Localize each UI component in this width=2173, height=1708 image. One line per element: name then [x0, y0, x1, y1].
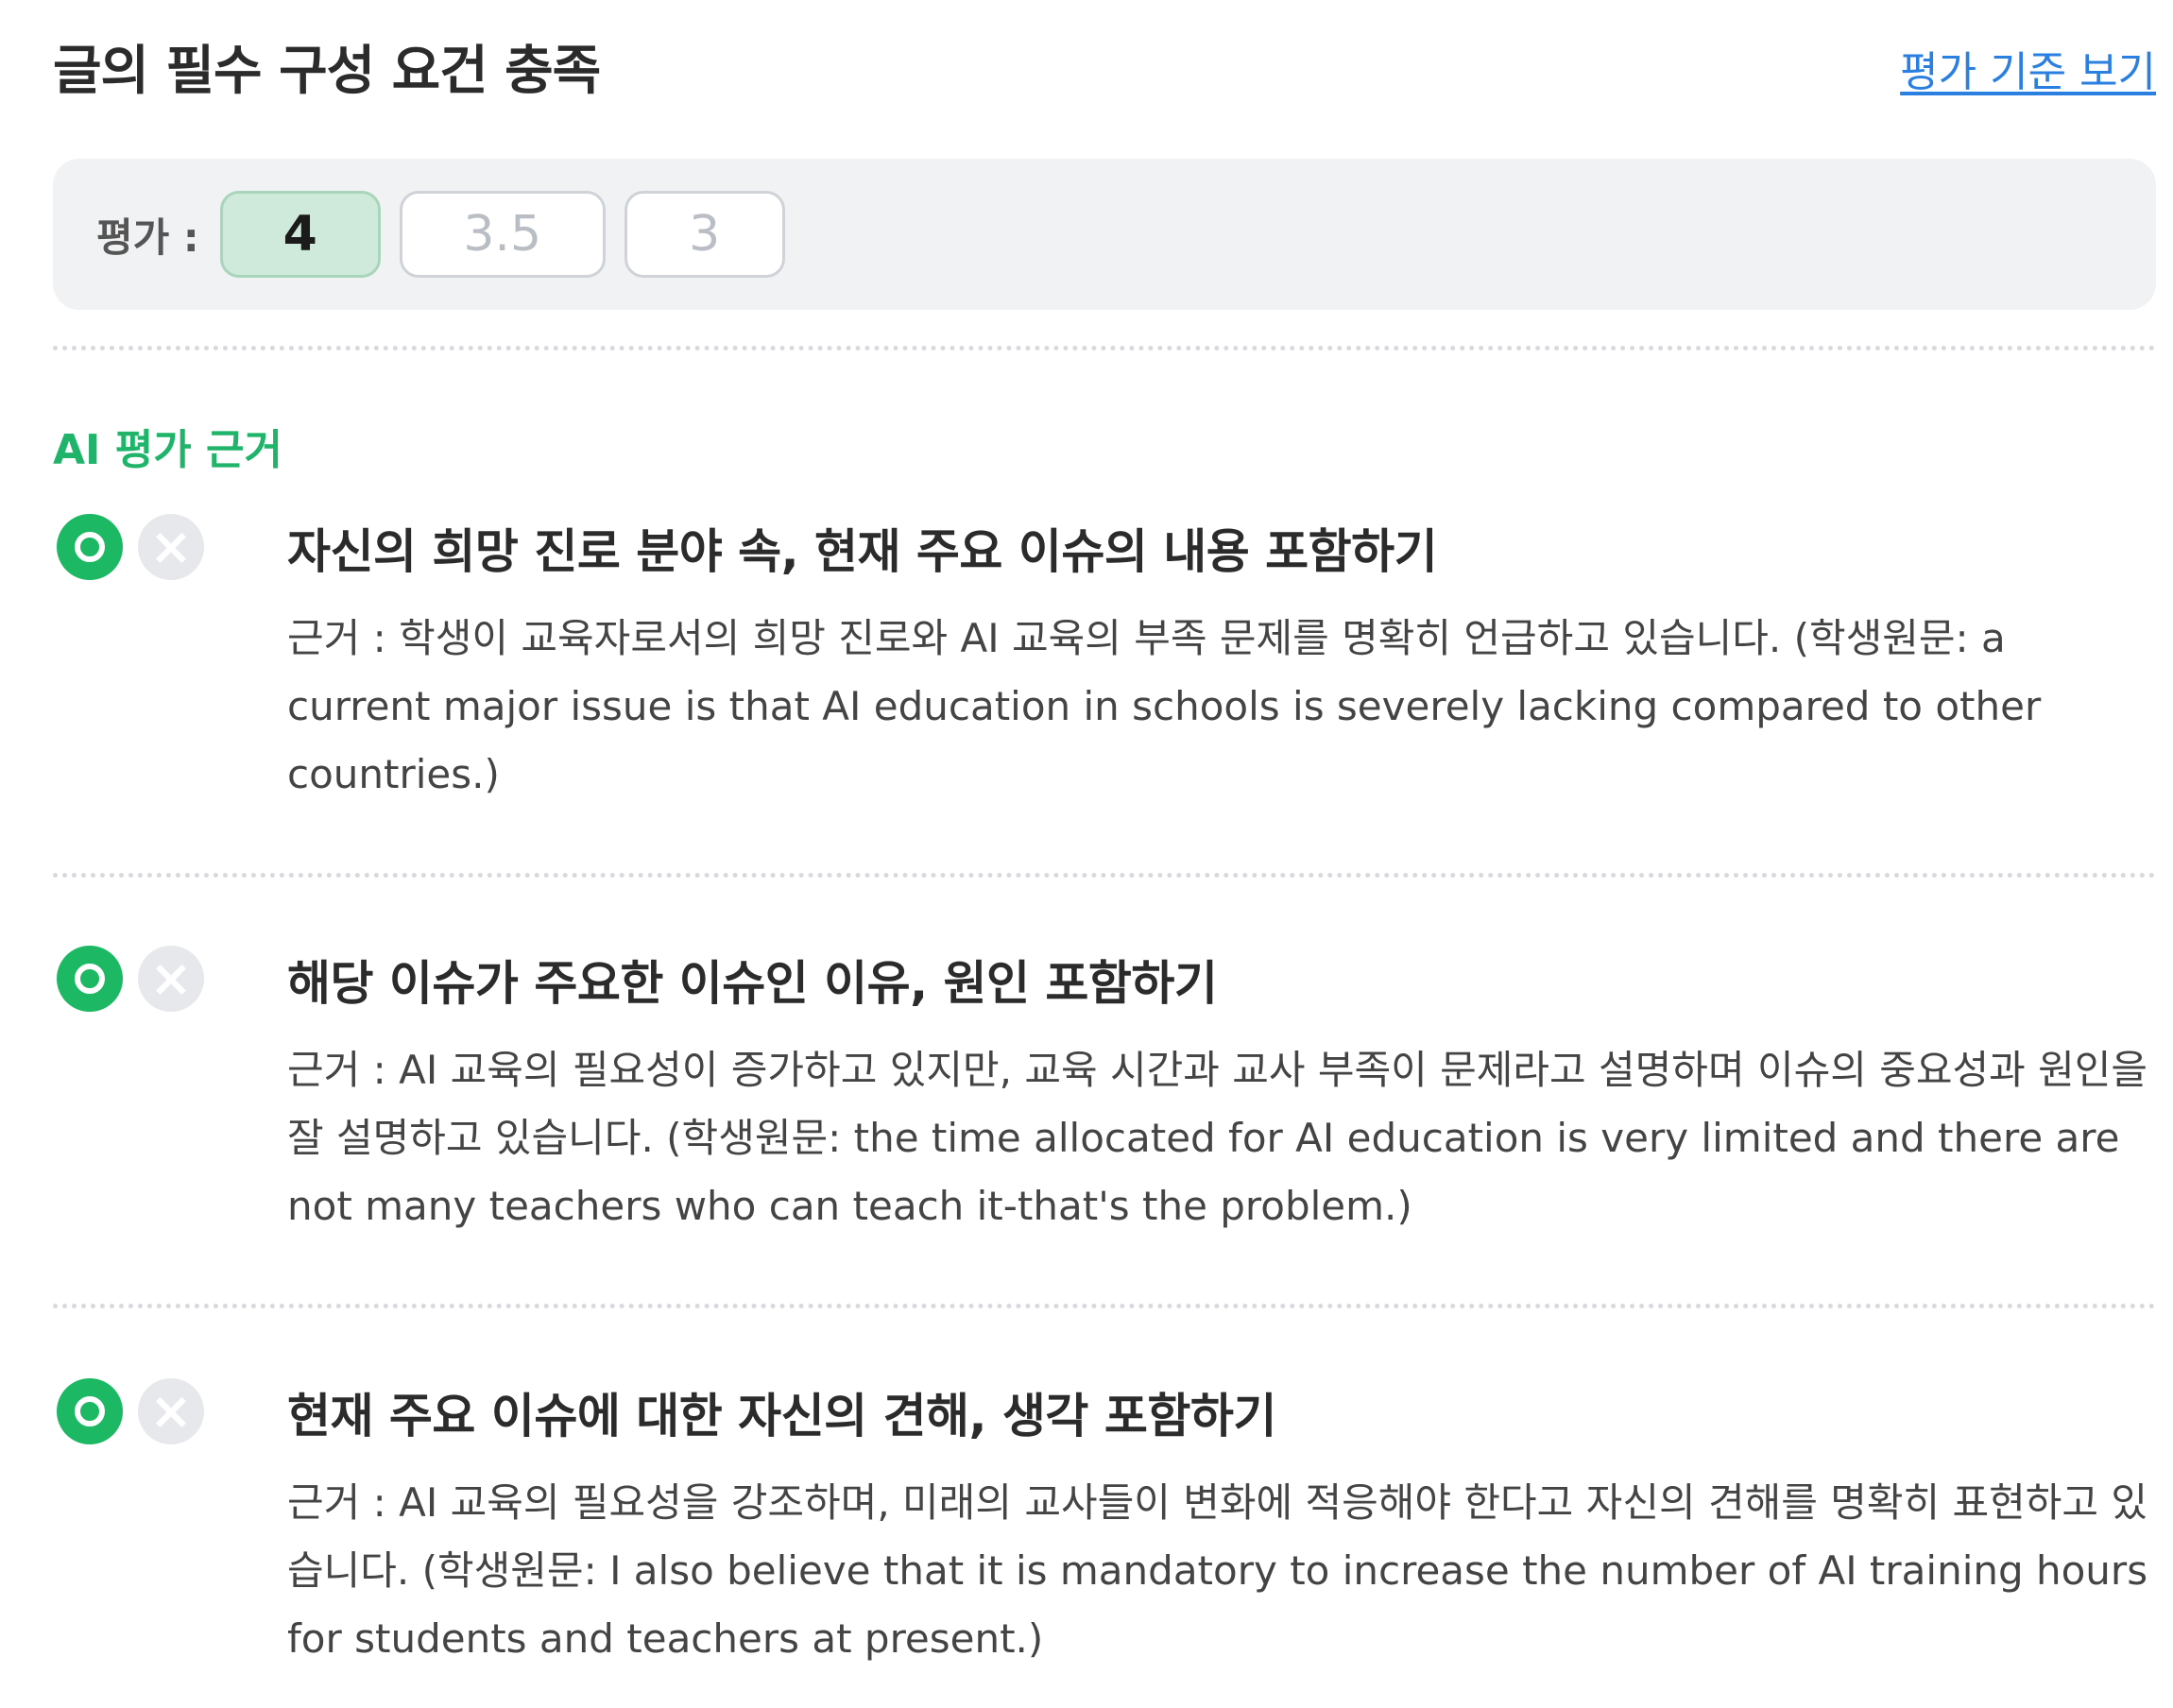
rating-label: 평가 :	[96, 214, 199, 261]
ai-evaluation-label: AI 평가 근거	[53, 426, 282, 474]
status-toggle: ×	[53, 942, 214, 1017]
item-title: 자신의 희망 진로 분야 속, 현재 주요 이슈의 내용 포함하기	[287, 524, 1438, 579]
cross-x-icon[interactable]: ×	[138, 514, 204, 580]
item-title: 해당 이슈가 주요한 이슈인 이유, 원인 포함하기	[287, 956, 1218, 1011]
cross-x-icon[interactable]: ×	[138, 1378, 204, 1444]
rating-panel: 평가 : 4 3.5 3	[53, 159, 2156, 310]
rating-option-3[interactable]: 3	[624, 191, 785, 278]
item-reason: 근거 : AI 교육의 필요성을 강조하며, 미래의 교사들이 변화에 적응해야…	[287, 1479, 2148, 1662]
cross-x-icon[interactable]: ×	[138, 946, 204, 1012]
item-reason: 근거 : AI 교육의 필요성이 증가하고 있지만, 교육 시간과 교사 부족이…	[287, 1047, 2148, 1229]
check-o-icon[interactable]	[57, 514, 123, 580]
divider	[53, 1304, 2156, 1308]
rating-option-4[interactable]: 4	[219, 191, 381, 278]
check-o-icon[interactable]	[57, 946, 123, 1012]
item-reason: 근거 : 학생이 교육자로서의 희망 진로와 AI 교육의 부족 문제를 명확히…	[287, 615, 2042, 797]
status-toggle: ×	[53, 1375, 214, 1450]
page-title: 글의 필수 구성 요건 충족	[53, 41, 601, 102]
view-criteria-link[interactable]: 평가 기준 보기	[1900, 38, 2156, 98]
status-toggle: ×	[53, 510, 214, 586]
rating-option-3-5[interactable]: 3.5	[399, 191, 606, 278]
check-o-icon[interactable]	[57, 1378, 123, 1444]
item-title: 현재 주요 이슈에 대한 자신의 견해, 생각 포함하기	[287, 1389, 1276, 1443]
divider	[53, 873, 2156, 878]
divider	[53, 346, 2156, 350]
